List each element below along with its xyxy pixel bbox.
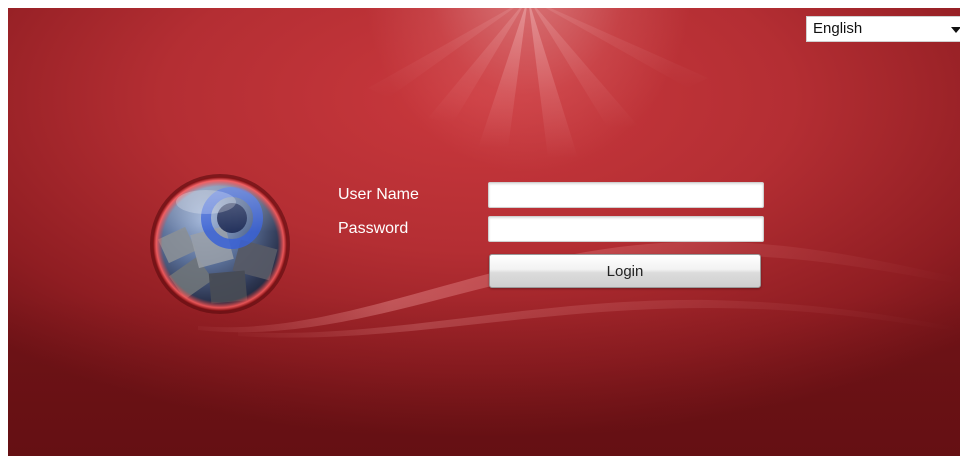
camera-globe-logo (150, 174, 290, 314)
language-select[interactable]: English (806, 16, 960, 42)
caret-down-icon (951, 27, 960, 33)
login-button[interactable]: Login (489, 254, 761, 288)
login-page-background: English User Name Password Login (8, 8, 960, 456)
password-input[interactable] (488, 216, 764, 242)
username-label: User Name (338, 186, 419, 203)
username-input[interactable] (488, 182, 764, 208)
password-label: Password (338, 220, 409, 237)
language-select-value: English (813, 20, 863, 37)
